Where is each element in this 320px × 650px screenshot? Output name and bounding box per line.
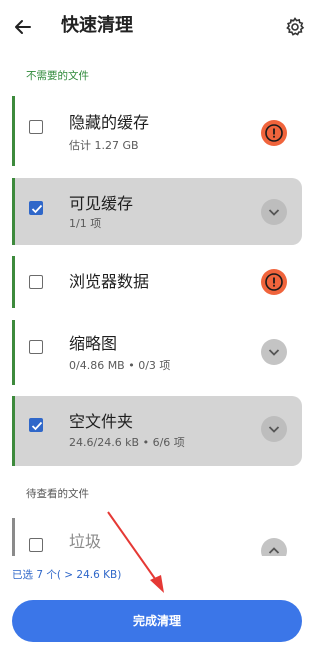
list-item-trash[interactable]: 垃圾 <box>12 518 302 556</box>
chevron-up-icon[interactable] <box>261 538 287 556</box>
item-indicator-bar <box>12 96 15 166</box>
list-item-browser-data[interactable]: 浏览器数据 <box>12 256 302 308</box>
checkbox[interactable] <box>29 275 43 289</box>
item-name: 空文件夹 <box>69 412 134 431</box>
gear-icon[interactable] <box>284 16 306 38</box>
item-name: 缩略图 <box>69 334 118 353</box>
item-indicator-bar <box>12 178 15 245</box>
warning-icon[interactable] <box>261 269 287 295</box>
checkbox[interactable] <box>29 418 43 432</box>
checkbox[interactable] <box>29 340 43 354</box>
list-item-empty-folders[interactable]: 空文件夹 24.6/24.6 kB • 6/6 项 <box>12 396 302 466</box>
chevron-down-icon[interactable] <box>261 339 287 365</box>
item-indicator-bar <box>12 320 15 385</box>
arrow-left-icon[interactable] <box>12 16 34 38</box>
item-detail: 1/1 项 <box>69 217 102 230</box>
section-label-unneeded: 不需要的文件 <box>26 70 89 82</box>
section-label-review: 待查看的文件 <box>26 488 89 500</box>
item-indicator-bar <box>12 256 15 308</box>
list-item-thumbnails[interactable]: 缩略图 0/4.86 MB • 0/3 项 <box>12 320 302 385</box>
item-name: 可见缓存 <box>69 194 134 213</box>
checkbox[interactable] <box>29 538 43 552</box>
list-item-visible-cache[interactable]: 可见缓存 1/1 项 <box>12 178 302 245</box>
item-name: 垃圾 <box>69 532 102 551</box>
checkbox[interactable] <box>29 201 43 215</box>
chevron-down-icon[interactable] <box>261 199 287 225</box>
list-item-hidden-cache[interactable]: 隐藏的缓存 估计 1.27 GB <box>12 96 302 166</box>
app-header: 快速清理 <box>0 0 318 54</box>
finish-cleanup-button[interactable]: 完成清理 <box>12 600 302 642</box>
item-detail: 24.6/24.6 kB • 6/6 项 <box>69 436 185 449</box>
item-detail: 0/4.86 MB • 0/3 项 <box>69 359 171 372</box>
page-title: 快速清理 <box>61 15 133 36</box>
selection-status: 已选 7 个( > 24.6 KB) <box>12 569 122 581</box>
checkbox[interactable] <box>29 120 43 134</box>
chevron-down-icon[interactable] <box>261 416 287 442</box>
item-indicator-bar <box>12 518 15 556</box>
item-detail: 估计 1.27 GB <box>69 139 139 152</box>
warning-icon[interactable] <box>261 120 287 146</box>
item-indicator-bar <box>12 396 15 466</box>
item-name: 浏览器数据 <box>69 272 150 291</box>
item-name: 隐藏的缓存 <box>69 113 150 132</box>
